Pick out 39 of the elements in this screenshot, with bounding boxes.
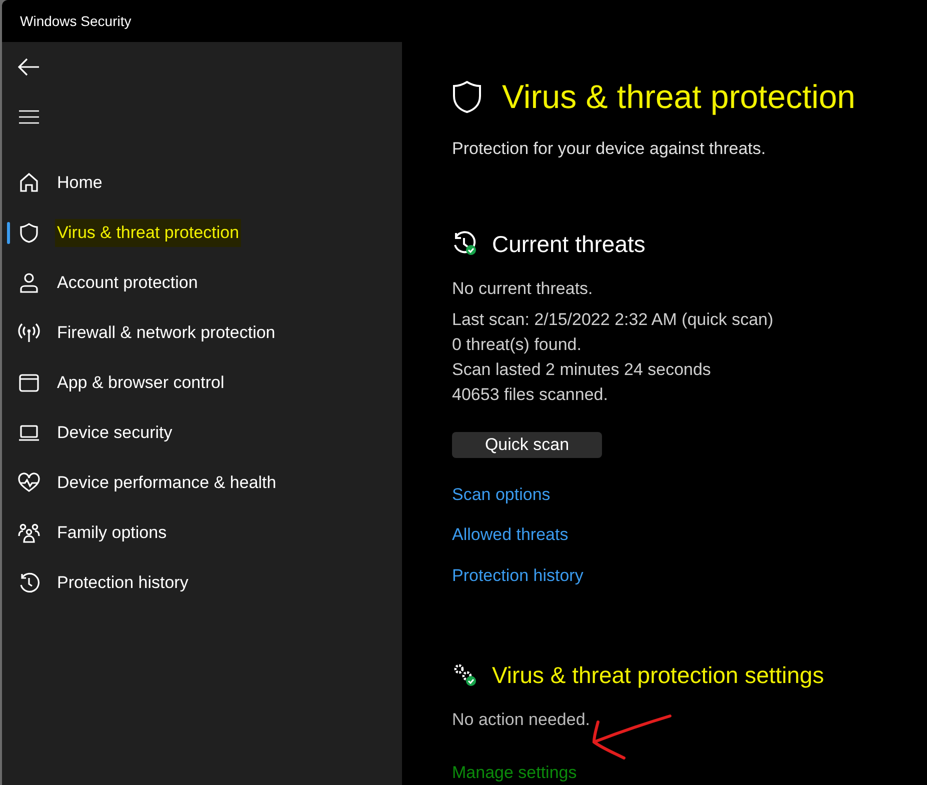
settings-status: No action needed. (452, 708, 591, 730)
section-heading: Current threats (492, 230, 646, 259)
quick-scan-button[interactable]: Quick scan (452, 432, 602, 458)
window-icon (18, 372, 40, 394)
back-arrow-icon (18, 58, 40, 76)
history-icon (18, 572, 40, 594)
window-title: Windows Security (20, 12, 132, 31)
scan-detail: 0 threat(s) found. (452, 334, 582, 356)
nav-item[interactable]: Device performance & health (2, 458, 402, 508)
nav-item[interactable]: Home (2, 158, 402, 208)
scan-detail: Scan lasted 2 minutes 24 seconds (452, 359, 712, 381)
gears-check-icon (452, 663, 478, 688)
nav-item[interactable]: Firewall & network protection (2, 308, 402, 358)
laptop-icon (18, 422, 40, 444)
heart-icon (18, 472, 40, 494)
page-subtitle: Protection for your device against threats. (452, 138, 767, 160)
person-icon (18, 272, 40, 294)
link[interactable]: Scan options (452, 482, 550, 507)
family-icon (18, 522, 40, 544)
link[interactable]: Protection history (452, 562, 584, 588)
shield-icon (452, 80, 482, 114)
nav-item[interactable]: Family options (2, 508, 402, 558)
scan-detail: 40653 files scanned. (452, 384, 609, 406)
nav-item[interactable]: Virus & threat protection (2, 208, 402, 258)
antenna-icon (18, 322, 40, 344)
nav-item[interactable]: Protection history (2, 558, 402, 608)
page-title: Virus & threat protection (502, 77, 856, 117)
home-icon (18, 172, 40, 194)
link[interactable]: Allowed threats (452, 522, 568, 548)
section-heading: Virus & threat protection settings (492, 661, 824, 690)
threat-status: No current threats. (452, 278, 594, 300)
manage-settings-link[interactable]: Manage settings (452, 760, 577, 785)
scan-detail: Last scan: 2/15/2022 2:32 AM (quick scan) (452, 309, 774, 331)
menu-icon (19, 110, 39, 124)
history-check-icon (452, 231, 478, 258)
nav-item[interactable]: Account protection (2, 258, 402, 308)
nav-item[interactable]: App & browser control (2, 358, 402, 408)
nav-item[interactable]: Device security (2, 408, 402, 458)
shield-icon (18, 222, 40, 244)
